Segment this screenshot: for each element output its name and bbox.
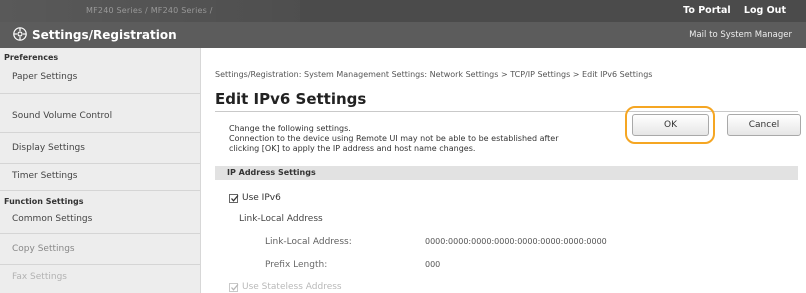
use-ipv6-label: Use IPv6 [242,193,281,203]
use-stateless-checkbox[interactable] [229,282,239,292]
to-portal-link[interactable]: To Portal [683,5,730,16]
link-local-address-label: Link-Local Address: [265,237,352,247]
link-local-title: Link-Local Address [239,214,323,224]
top-links: To Portal Log Out [673,5,786,16]
product-name: MF240 Series / MF240 Series / [86,6,213,15]
checkmark-icon [231,194,239,202]
sidebar: Preferences Paper Settings Sound Volume … [0,48,201,293]
use-stateless-row: Use Stateless Address [229,282,342,292]
sidebar-item-copy-settings[interactable]: Copy Settings [12,244,192,254]
divider [0,233,200,234]
divider [0,163,200,164]
divider [0,132,200,133]
breadcrumb: Settings/Registration: System Management… [215,70,653,79]
use-ipv6-row: Use IPv6 [229,193,281,203]
checkmark-icon [231,283,239,291]
top-bar: MF240 Series / MF240 Series / To Portal … [0,0,806,22]
sidebar-item-paper-settings[interactable]: Paper Settings [12,72,192,82]
sidebar-item-fax-settings[interactable]: Fax Settings [12,272,192,282]
prefix-length-label: Prefix Length: [265,260,328,270]
description-line: clicking [OK] to apply the IP address an… [229,144,476,153]
page-header-title: Settings/Registration [32,28,177,42]
section-header-ip-address-settings: IP Address Settings [215,166,798,180]
divider [0,93,200,94]
divider [0,190,200,191]
description-line: Change the following settings. [229,124,351,133]
use-ipv6-checkbox[interactable] [229,193,239,203]
sidebar-item-sound-volume-control[interactable]: Sound Volume Control [12,111,192,121]
page-title: Edit IPv6 Settings [215,90,367,108]
prefix-length-value: 000 [425,260,441,269]
sidebar-item-common-settings[interactable]: Common Settings [12,214,192,224]
sidebar-item-display-settings[interactable]: Display Settings [12,143,192,153]
cancel-button[interactable]: Cancel [727,114,801,136]
sidebar-item-timer-settings[interactable]: Timer Settings [12,171,192,181]
settings-gear-icon [13,27,27,41]
log-out-link[interactable]: Log Out [744,5,786,16]
description: Change the following settings. Connectio… [229,124,619,154]
sidebar-section-preferences: Preferences [4,53,59,62]
use-stateless-label: Use Stateless Address [242,282,342,292]
header-bar: Settings/Registration Mail to System Man… [0,22,806,48]
mail-to-system-manager-link[interactable]: Mail to System Manager [689,30,792,40]
sidebar-section-function-settings: Function Settings [4,197,84,206]
main-content: Settings/Registration: System Management… [201,48,806,293]
link-local-address-value: 0000:0000:0000:0000:0000:0000:0000:0000 [425,237,607,246]
description-line: Connection to the device using Remote UI… [229,134,559,143]
ok-button[interactable]: OK [632,114,709,136]
divider [0,264,200,265]
